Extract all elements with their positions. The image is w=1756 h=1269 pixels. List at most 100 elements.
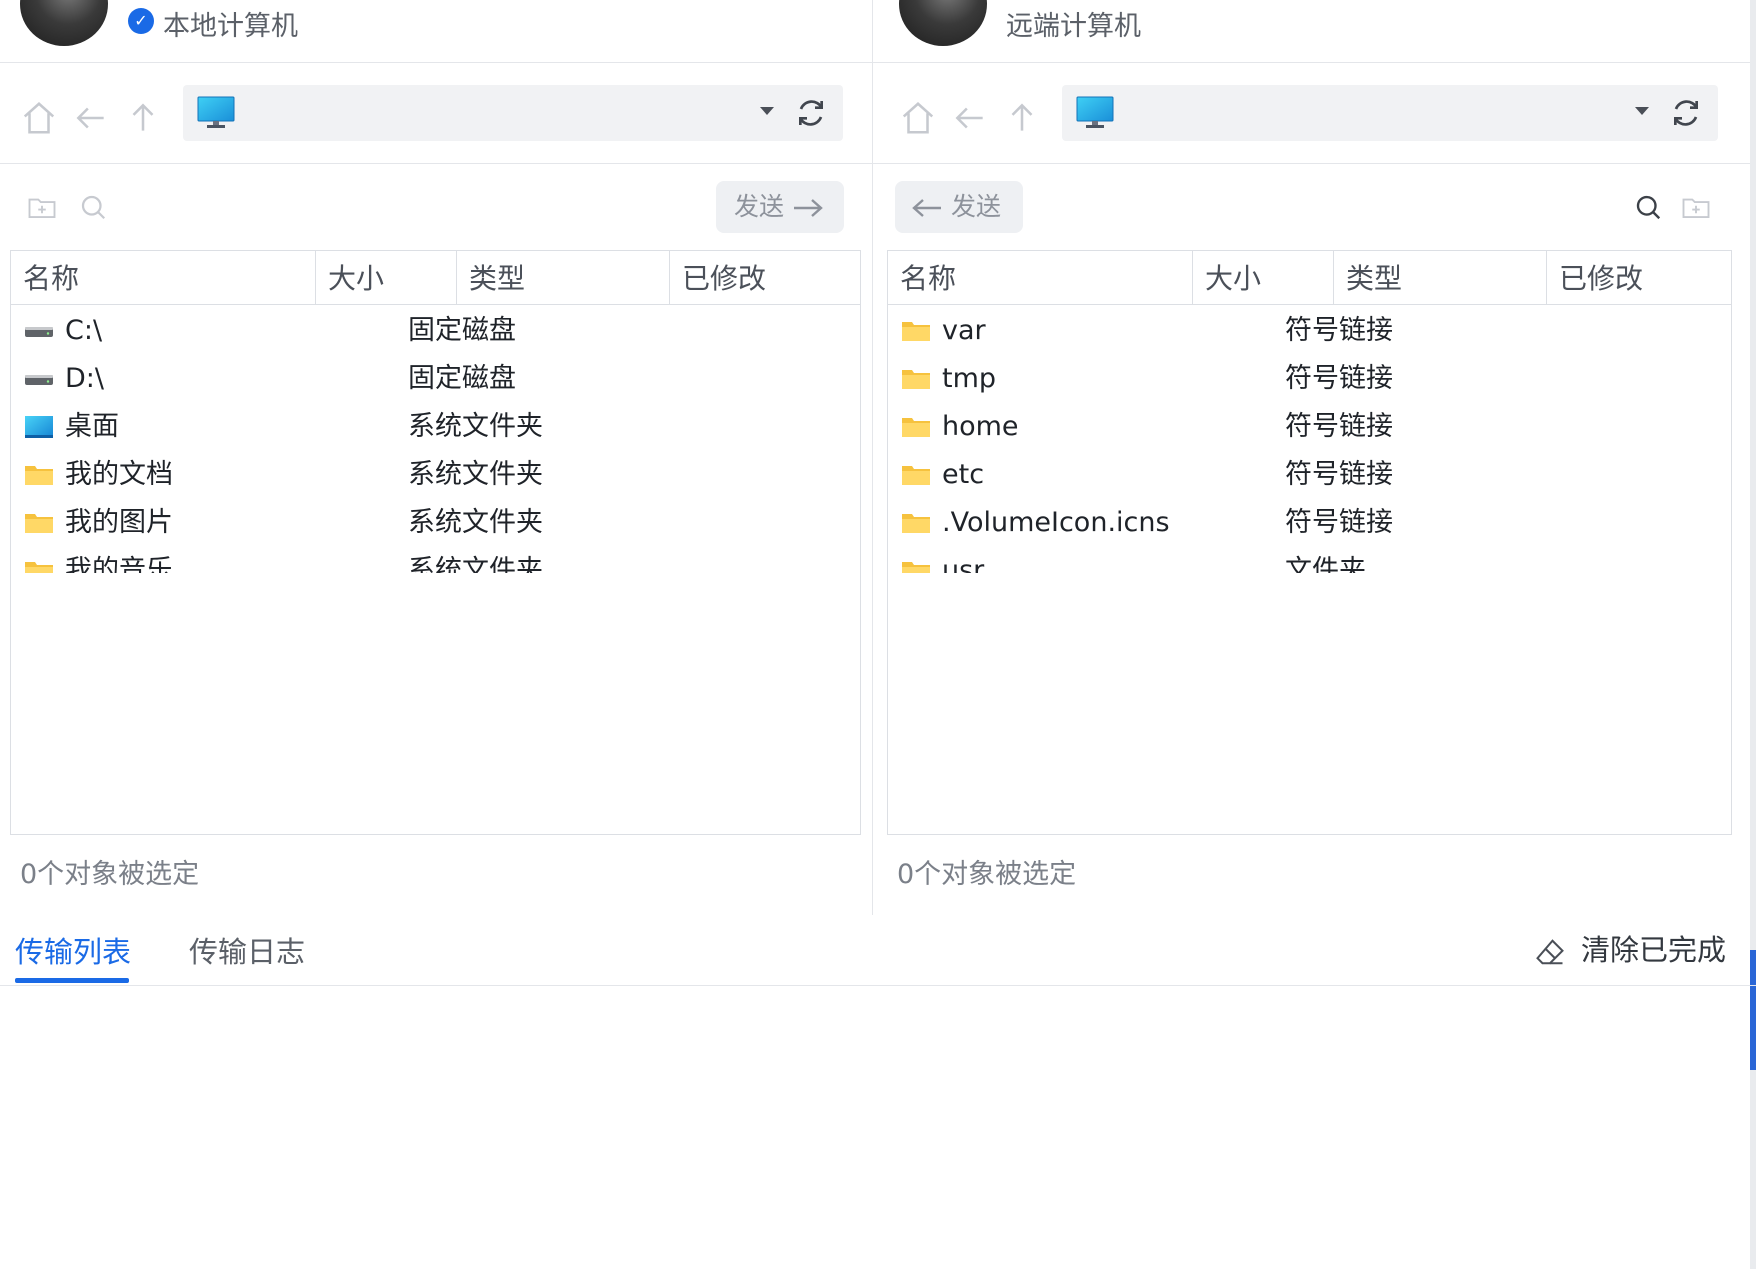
file-name: etc xyxy=(942,459,985,490)
file-type: 系统文件夹 xyxy=(408,555,543,573)
table-row[interactable]: home 符号链接 xyxy=(888,401,1731,449)
column-header-modified[interactable]: 已修改 xyxy=(670,251,860,304)
folder-icon xyxy=(25,466,53,485)
local-rows-viewport: C:\ 固定磁盘 D:\ 固定磁盘 桌面 系统文件夹 我的文档 系统文件夹 我的图片 系统文件夹我… xyxy=(11,305,860,573)
folder-icon xyxy=(902,562,930,573)
active-tab-indicator xyxy=(15,978,129,983)
table-row[interactable]: .VolumeIcon.icns 符号链接 xyxy=(888,497,1731,545)
file-name: 我的文档 xyxy=(65,459,173,490)
file-name: 桌面 xyxy=(65,411,119,442)
clear-completed-label: 清除已完成 xyxy=(1580,933,1726,967)
remote-file-table: 名称 大小 类型 已修改 var 符号链接 tmp 符号链接 home 符号链接 etc 符号… xyxy=(887,250,1732,835)
folder-icon xyxy=(902,466,930,485)
search-icon[interactable] xyxy=(78,192,108,222)
remote-nav-bar xyxy=(873,63,1750,164)
table-row[interactable]: C:\ 固定磁盘 xyxy=(11,305,860,353)
local-path-combobox[interactable] xyxy=(183,85,843,141)
drive-icon xyxy=(25,327,53,337)
refresh-icon[interactable] xyxy=(795,97,827,129)
transfer-tabs-bar: 传输列表 传输日志 清除已完成 xyxy=(0,915,1756,986)
arrow-left-icon xyxy=(912,199,941,217)
folder-icon xyxy=(25,562,53,573)
table-row[interactable]: 桌面 系统文件夹 xyxy=(11,401,860,449)
local-header: ✓ 本地计算机 xyxy=(0,0,872,63)
clear-completed-button[interactable]: 清除已完成 xyxy=(1534,927,1726,969)
column-header-name[interactable]: 名称 xyxy=(11,251,316,304)
home-icon[interactable] xyxy=(20,99,58,137)
table-row[interactable]: var 符号链接 xyxy=(888,305,1731,353)
remote-path-combobox[interactable] xyxy=(1062,85,1718,141)
remote-rows-viewport: var 符号链接 tmp 符号链接 home 符号链接 etc 符号链接 .VolumeIcon… xyxy=(888,305,1731,573)
file-type: 系统文件夹 xyxy=(408,507,543,538)
file-type: 固定磁盘 xyxy=(408,315,516,346)
table-row[interactable]: D:\ 固定磁盘 xyxy=(11,353,860,401)
file-type: 符号链接 xyxy=(1285,459,1393,490)
local-toolbar: 发送 xyxy=(0,164,872,244)
computer-icon xyxy=(197,96,235,128)
remote-selection-status: 0个对象被选定 xyxy=(897,859,1077,890)
remote-header: 远端计算机 xyxy=(873,0,1750,63)
send-to-local-button[interactable]: 发送 xyxy=(895,181,1023,233)
column-header-modified[interactable]: 已修改 xyxy=(1547,251,1731,304)
table-row[interactable]: 我的音乐 系统文件夹 xyxy=(11,545,860,573)
tab-transfer-list[interactable]: 传输列表 xyxy=(15,929,131,971)
desktop-folder-icon xyxy=(25,416,53,438)
back-arrow-icon[interactable] xyxy=(72,99,110,137)
folder-icon xyxy=(902,370,930,389)
local-avatar xyxy=(20,0,108,46)
drive-icon xyxy=(25,375,53,385)
file-name: home xyxy=(942,411,1019,442)
file-name: 我的图片 xyxy=(65,507,173,538)
window-scrollbar[interactable] xyxy=(1750,0,1756,1269)
remote-avatar xyxy=(899,0,987,46)
dropdown-caret-icon[interactable] xyxy=(760,107,774,115)
column-header-type[interactable]: 类型 xyxy=(1334,251,1547,304)
file-type: 系统文件夹 xyxy=(408,459,543,490)
column-header-size[interactable]: 大小 xyxy=(1193,251,1334,304)
search-icon[interactable] xyxy=(1633,192,1663,222)
file-name: usr xyxy=(942,555,985,573)
remote-panel: 远端计算机 发送 名称 大小 类型 已修改 var 符号链接 tmp 符号链接 home… xyxy=(873,0,1750,915)
folder-icon xyxy=(25,514,53,533)
back-arrow-icon[interactable] xyxy=(951,99,989,137)
file-type: 符号链接 xyxy=(1285,315,1393,346)
home-icon[interactable] xyxy=(899,99,937,137)
file-type: 符号链接 xyxy=(1285,363,1393,394)
up-arrow-icon[interactable] xyxy=(124,99,162,137)
local-table-header: 名称 大小 类型 已修改 xyxy=(11,251,860,305)
file-name: tmp xyxy=(942,363,997,394)
remote-panel-title: 远端计算机 xyxy=(1006,11,1141,42)
computer-icon xyxy=(1076,96,1114,128)
refresh-icon[interactable] xyxy=(1670,97,1702,129)
table-row[interactable]: usr 文件夹 xyxy=(888,545,1731,573)
file-type: 文件夹 xyxy=(1285,555,1366,573)
column-header-name[interactable]: 名称 xyxy=(888,251,1193,304)
arrow-right-icon xyxy=(793,199,823,217)
remote-table-header: 名称 大小 类型 已修改 xyxy=(888,251,1731,305)
folder-icon xyxy=(902,322,930,341)
table-row[interactable]: etc 符号链接 xyxy=(888,449,1731,497)
new-folder-icon[interactable] xyxy=(1681,192,1711,222)
send-button-label: 发送 xyxy=(950,192,1001,221)
check-icon: ✓ xyxy=(128,8,154,34)
local-nav-bar xyxy=(0,63,872,164)
tab-transfer-log[interactable]: 传输日志 xyxy=(189,929,305,971)
send-to-remote-button[interactable]: 发送 xyxy=(716,181,844,233)
file-type: 符号链接 xyxy=(1285,507,1393,538)
remote-table-body: var 符号链接 tmp 符号链接 home 符号链接 etc 符号链接 .VolumeIcon… xyxy=(888,305,1731,825)
file-name: var xyxy=(942,315,986,346)
new-folder-icon[interactable] xyxy=(27,192,57,222)
file-name: 我的音乐 xyxy=(65,555,173,573)
up-arrow-icon[interactable] xyxy=(1003,99,1041,137)
column-header-type[interactable]: 类型 xyxy=(457,251,670,304)
eraser-icon xyxy=(1535,939,1564,965)
table-row[interactable]: 我的图片 系统文件夹 xyxy=(11,497,860,545)
folder-icon xyxy=(902,418,930,437)
column-header-size[interactable]: 大小 xyxy=(316,251,457,304)
dropdown-caret-icon[interactable] xyxy=(1635,107,1649,115)
table-row[interactable]: 我的文档 系统文件夹 xyxy=(11,449,860,497)
local-selection-status: 0个对象被选定 xyxy=(20,859,200,890)
table-row[interactable]: tmp 符号链接 xyxy=(888,353,1731,401)
file-type: 固定磁盘 xyxy=(408,363,516,394)
local-panel: ✓ 本地计算机 发送 名称 大小 类型 已修改 C:\ 固定磁盘 D:\ 固定磁盘 桌面… xyxy=(0,0,873,915)
